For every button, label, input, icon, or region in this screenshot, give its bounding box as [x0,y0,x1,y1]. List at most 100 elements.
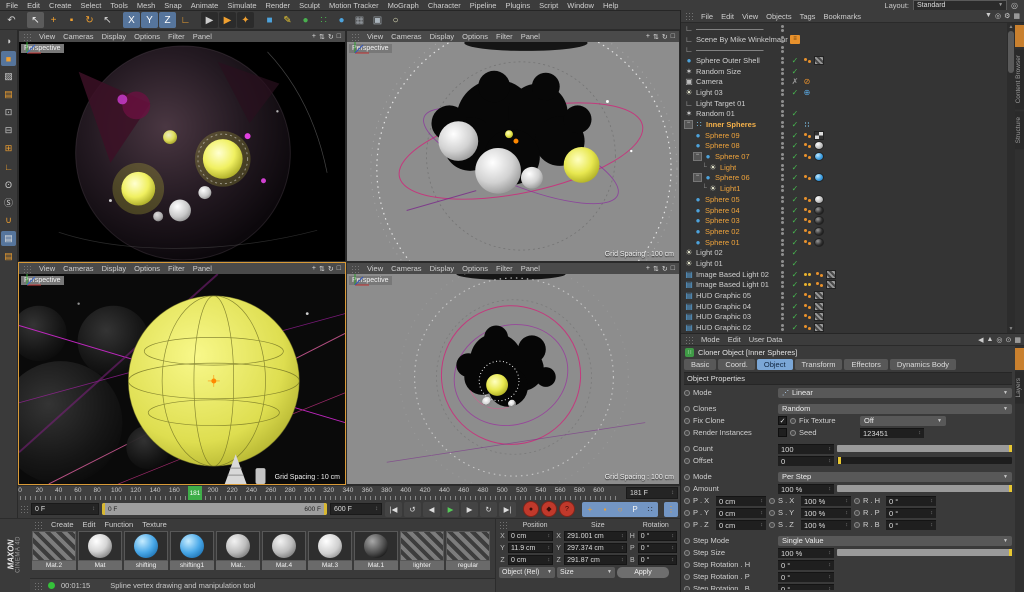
vp-menu-cameras[interactable]: Cameras [391,32,421,41]
object-name[interactable]: Image Based Light 01 [696,280,769,289]
workplane-mode-icon[interactable]: ▤ [1,87,16,102]
object-row-scene-by-mike-winkelmann[interactable]: ∟Scene By Mike Winkelmann≡ [681,34,1007,45]
pan-view-icon[interactable]: + [312,33,316,41]
object-row-hud-graphic-02[interactable]: ▤HUD Graphic 02✓ [681,322,1007,333]
frame-tick-360[interactable]: 360 [362,487,373,494]
coord-field-x-291-001-cm[interactable]: 291.001 cm↕ [564,531,627,541]
frame-tick-40[interactable]: 40 [55,487,62,494]
frame-tick-120[interactable]: 120 [130,487,141,494]
snap-magnet-icon[interactable]: ∪ [1,213,16,228]
frame-tick-80[interactable]: 80 [94,487,101,494]
vp-menu-filter[interactable]: Filter [168,264,185,273]
coord-field-b-0[interactable]: 0 °↕ [638,555,677,565]
keyframe-dot-icon[interactable] [684,430,690,436]
material-menu-function[interactable]: Function [104,520,133,529]
vp-menu-filter[interactable]: Filter [496,264,513,273]
expander-icon[interactable]: − [684,120,693,129]
tex-dark-tag[interactable] [814,216,824,225]
pan-view-icon[interactable]: + [312,265,316,273]
check-tag[interactable]: ✓ [790,56,800,65]
material-thumbnail[interactable] [446,531,490,561]
object-row-image-based-light-02[interactable]: ▤Image Based Light 02✓ [681,269,1007,280]
keyframe-dot-icon[interactable] [769,498,775,504]
keyframe-dot-icon[interactable] [769,510,775,516]
zoom-view-icon[interactable]: ⇅ [653,265,659,273]
layout-select[interactable]: Standard ▼ [913,0,1007,11]
apply-button[interactable]: Apply [617,567,669,578]
stepper-icon[interactable]: ↕ [927,522,933,528]
vis-tag[interactable] [778,248,788,257]
slider-handle[interactable] [1009,485,1012,492]
timeline-ruler[interactable]: 181 020406080100120140160180200220240260… [18,485,680,501]
panel-grip[interactable] [34,521,42,529]
stepper-icon[interactable]: ↕ [547,533,550,539]
lock-y-axis-icon[interactable]: Y [141,12,158,28]
vp-menu-panel[interactable]: Panel [521,32,540,41]
stepper-icon[interactable]: ↕ [842,510,848,516]
vis-tag[interactable] [778,88,788,97]
object-name[interactable]: Sphere 08 [705,141,740,150]
check-tag[interactable]: ✓ [790,184,800,193]
phong-tag[interactable] [802,238,812,247]
object-row-light1[interactable]: └☀Light1✓ [681,183,1007,194]
off-dropdown[interactable]: Off▼ [860,416,946,426]
object-name[interactable]: Random 01 [696,109,735,118]
object-name[interactable]: Sphere 07 [715,152,750,161]
om-menu-tags[interactable]: Tags [800,12,816,21]
tex-blue-tag[interactable] [814,152,824,161]
maximize-view-icon[interactable]: □ [337,265,341,273]
tab-basic[interactable]: Basic [684,359,716,370]
vis-tag[interactable] [778,77,788,86]
check-tag[interactable]: ✓ [790,238,800,247]
stepper-icon[interactable]: ↕ [757,522,763,528]
search-icon[interactable]: ◎ [1011,1,1018,10]
frame-tick-280[interactable]: 280 [285,487,296,494]
menu-help[interactable]: Help [603,1,618,10]
play-forward-button[interactable]: ▶ [442,502,459,517]
frame-tick-220[interactable]: 220 [227,487,238,494]
object-row-sphere-01[interactable]: ●Sphere 01✓ [681,237,1007,248]
vis-tag[interactable] [778,45,788,54]
scale-tool-icon[interactable]: ▪ [63,12,80,28]
keyframe-dot-icon[interactable] [854,510,860,516]
vp-menu-view[interactable]: View [367,264,383,273]
panel-grip[interactable] [351,33,359,41]
object-row-sphere-09[interactable]: ●Sphere 09✓ [681,130,1007,141]
tex-hatch-tag[interactable] [814,302,824,311]
value-slider[interactable] [837,445,1012,452]
material-thumbnail[interactable] [216,531,260,561]
vp-menu-panel[interactable]: Panel [521,264,540,273]
om-menu-view[interactable]: View [742,12,758,21]
vis-tag[interactable] [778,195,788,204]
am-menu-user-data[interactable]: User Data [749,335,783,344]
pan-view-icon[interactable]: + [646,33,650,41]
value-field[interactable]: 100 %↕ [801,508,851,518]
snap-settings-icon[interactable]: Ⓢ [1,195,16,210]
vp-menu-panel[interactable]: Panel [193,32,212,41]
tex-check-tag[interactable] [814,131,824,140]
check-tag[interactable]: ✓ [790,88,800,97]
om-search-icon[interactable]: ◎ [995,12,1001,20]
coord-field-z-0-cm[interactable]: 0 cm↕ [508,555,553,565]
check-tag[interactable]: ✓ [790,152,800,161]
keyframe-dot-icon[interactable] [684,586,690,591]
side-tab-content-browser[interactable]: Content Browser [1015,49,1024,109]
menu-character[interactable]: Character [428,1,461,10]
live-selection-icon[interactable]: ↖ [27,12,44,28]
object-name[interactable]: Light 01 [696,259,723,268]
value-field[interactable]: 0 cm↕ [716,496,766,506]
frame-tick-460[interactable]: 460 [458,487,469,494]
autokeying-button[interactable]: ◆ [541,501,557,517]
render-settings-icon[interactable]: ✦ [237,12,254,28]
object-row-light-03[interactable]: ☀Light 03✓⊕ [681,87,1007,98]
value-slider[interactable] [837,457,1012,464]
tab-transform[interactable]: Transform [795,359,843,370]
object-row-hud-graphic-04[interactable]: ▤HUD Graphic 04✓ [681,301,1007,312]
stepper-icon[interactable]: ↕ [927,510,933,516]
stepper-icon[interactable]: ↕ [671,545,674,551]
frame-ruler[interactable]: 181 020406080100120140160180200220240260… [20,486,618,501]
object-name[interactable]: Random Size [696,67,741,76]
om-menu-edit[interactable]: Edit [721,12,734,21]
tex-hatch-tag[interactable] [826,280,836,289]
lock-z-axis-icon[interactable]: Z [159,12,176,28]
